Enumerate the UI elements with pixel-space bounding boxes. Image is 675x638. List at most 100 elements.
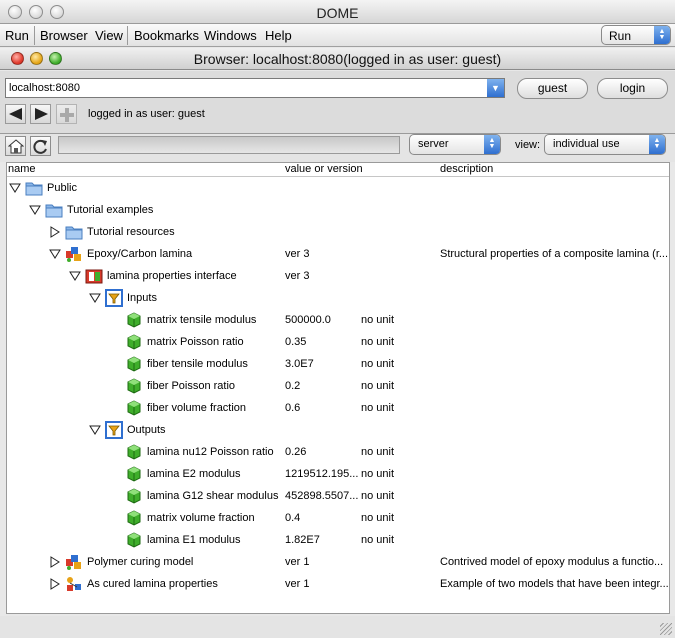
row-name: Epoxy/Carbon lamina	[87, 248, 193, 260]
table-row[interactable]: Polymer curing model ver 1 Contrived model…	[7, 551, 669, 573]
table-row[interactable]: Inputs	[7, 287, 669, 309]
parameter-cube-icon	[125, 531, 143, 549]
parameter-cube-icon	[125, 333, 143, 351]
table-row[interactable]: matrix tensile modulus 500000.0 no unit	[7, 309, 669, 331]
row-value: ver 3	[285, 270, 310, 282]
disclosure-expanded-icon[interactable]	[29, 204, 41, 216]
disclosure-expanded-icon[interactable]	[49, 248, 61, 260]
table-row[interactable]: fiber volume fraction 0.6 no unit	[7, 397, 669, 419]
table-row[interactable]: matrix volume fraction 0.4 no unit	[7, 507, 669, 529]
table-row[interactable]: As cured lamina properties ver 1 Example o…	[7, 573, 669, 595]
resize-grip-icon[interactable]	[660, 623, 672, 635]
menu-browser[interactable]: Browser	[40, 28, 88, 43]
login-status: logged in as user: guest	[88, 108, 205, 120]
row-name: lamina properties interface	[107, 270, 237, 282]
folder-icon	[65, 223, 83, 241]
folder-icon	[25, 179, 43, 197]
login-button[interactable]: login	[597, 78, 668, 99]
row-value: ver 1	[285, 578, 310, 590]
app-title: DOME	[316, 5, 359, 21]
row-value: 1219512.195...	[285, 468, 359, 480]
row-value: ver 3	[285, 248, 310, 260]
row-unit: no unit	[361, 512, 395, 524]
row-value: 0.6	[285, 402, 301, 414]
row-name: As cured lamina properties	[87, 578, 218, 590]
table-row[interactable]: Epoxy/Carbon lamina ver 3 Structural prope…	[7, 243, 669, 265]
menu-bookmarks[interactable]: Bookmarks	[134, 28, 199, 43]
table-row[interactable]: lamina E1 modulus 1.82E7 no unit	[7, 529, 669, 551]
forward-button[interactable]	[30, 104, 51, 124]
filter-icon	[105, 421, 123, 439]
disclosure-expanded-icon[interactable]	[89, 292, 101, 304]
user-button[interactable]: guest	[517, 78, 588, 99]
table-row[interactable]: fiber tensile modulus 3.0E7 no unit	[7, 353, 669, 375]
disclosure-collapsed-icon[interactable]	[49, 226, 61, 238]
run-mode-select[interactable]: Run ▲ ▼	[601, 25, 671, 45]
row-name: Tutorial resources	[87, 226, 175, 238]
view-select[interactable]: individual use ▲ ▼	[544, 134, 666, 155]
address-field[interactable]: localhost:8080 ▼	[5, 78, 505, 98]
row-value: 500000.0	[285, 314, 331, 326]
refresh-icon	[33, 139, 47, 154]
row-value: 0.26	[285, 446, 307, 458]
back-arrow-icon	[9, 108, 22, 120]
browse-toolbar: server ▲ ▼ view: individual use ▲ ▼	[0, 134, 675, 162]
row-unit: no unit	[361, 468, 395, 480]
menu-windows[interactable]: Windows	[204, 28, 257, 43]
parameter-cube-icon	[125, 443, 143, 461]
row-name: lamina G12 shear modulus	[147, 490, 279, 502]
row-unit: no unit	[361, 380, 395, 392]
view-select-value: individual use	[553, 138, 620, 150]
row-unit: no unit	[361, 534, 395, 546]
row-name: fiber volume fraction	[147, 402, 247, 414]
disclosure-collapsed-icon[interactable]	[49, 578, 61, 590]
row-name: lamina E1 modulus	[147, 534, 241, 546]
interface-icon	[85, 267, 103, 285]
row-value: 3.0E7	[285, 358, 314, 370]
folder-icon	[45, 201, 63, 219]
row-unit: no unit	[361, 358, 395, 370]
table-row[interactable]: matrix Poisson ratio 0.35 no unit	[7, 331, 669, 353]
row-unit: no unit	[361, 314, 395, 326]
progress-bar	[58, 136, 400, 154]
table-row[interactable]: Tutorial examples	[7, 199, 669, 221]
table-row[interactable]: fiber Poisson ratio 0.2 no unit	[7, 375, 669, 397]
app-title-bar: DOME	[0, 0, 675, 24]
row-name: Tutorial examples	[67, 204, 154, 216]
menu-run[interactable]: Run	[5, 28, 29, 43]
tree-table: name value or version description Public…	[6, 162, 670, 614]
table-row[interactable]: Public	[7, 177, 669, 199]
forward-arrow-icon	[35, 108, 48, 120]
select-arrows-icon: ▲ ▼	[654, 26, 670, 44]
column-header-description[interactable]: description	[440, 163, 493, 175]
disclosure-expanded-icon[interactable]	[89, 424, 101, 436]
parameter-cube-icon	[125, 465, 143, 483]
refresh-button[interactable]	[30, 136, 51, 156]
table-row[interactable]: lamina G12 shear modulus 452898.5507... no…	[7, 485, 669, 507]
disclosure-collapsed-icon[interactable]	[49, 556, 61, 568]
row-name: Public	[47, 182, 77, 194]
table-row[interactable]: lamina nu12 Poisson ratio 0.26 no unit	[7, 441, 669, 463]
menu-view[interactable]: View	[95, 28, 123, 43]
disclosure-expanded-icon[interactable]	[69, 270, 81, 282]
home-button[interactable]	[5, 136, 26, 156]
row-name: lamina E2 modulus	[147, 468, 241, 480]
back-button[interactable]	[5, 104, 26, 124]
column-header-value[interactable]: value or version	[285, 163, 363, 175]
table-row[interactable]: Outputs	[7, 419, 669, 441]
table-row[interactable]: lamina E2 modulus 1219512.195... no unit	[7, 463, 669, 485]
table-row[interactable]: Tutorial resources	[7, 221, 669, 243]
address-dropdown-icon[interactable]: ▼	[487, 79, 504, 97]
disclosure-expanded-icon[interactable]	[9, 182, 21, 194]
filter-icon	[105, 289, 123, 307]
row-value: 0.4	[285, 512, 301, 524]
table-row[interactable]: lamina properties interface ver 3	[7, 265, 669, 287]
column-header-name[interactable]: name	[8, 163, 36, 175]
add-button[interactable]	[56, 104, 77, 124]
menu-separator	[34, 26, 35, 45]
model-icon	[65, 553, 83, 571]
row-description: Structural properties of a composite lam…	[440, 248, 669, 260]
location-select[interactable]: server ▲ ▼	[409, 134, 501, 155]
address-value: localhost:8080	[9, 82, 80, 94]
menu-help[interactable]: Help	[265, 28, 292, 43]
